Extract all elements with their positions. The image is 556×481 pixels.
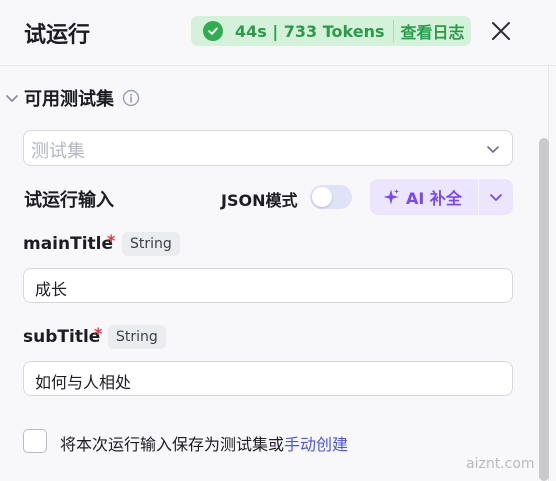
- panel-title: 试运行: [24, 23, 91, 48]
- chevron-down-icon: [487, 146, 499, 153]
- success-check-icon: [203, 21, 223, 41]
- status-divider: [392, 20, 394, 42]
- sub-title-input[interactable]: 如何与人相处: [23, 361, 513, 396]
- trial-input-label: 试运行输入: [24, 190, 114, 211]
- close-button[interactable]: [488, 18, 514, 44]
- main-title-value: 成长: [35, 280, 68, 299]
- testset-section-header[interactable]: 可用测试集: [4, 86, 140, 110]
- save-as-testset-checkbox[interactable]: [23, 429, 47, 453]
- chevron-down-icon: [490, 194, 502, 201]
- testset-section-title: 可用测试集: [24, 89, 114, 110]
- run-status-text: 44s | 733 Tokens: [235, 21, 385, 41]
- required-marker: *: [107, 231, 116, 250]
- json-mode-toggle[interactable]: [310, 185, 352, 209]
- sparkle-icon: [383, 189, 399, 205]
- info-icon[interactable]: [122, 89, 140, 107]
- view-log-link[interactable]: 查看日志: [401, 19, 465, 43]
- run-status-badge: 44s | 733 Tokens 查看日志: [191, 16, 471, 46]
- param-name-sub-title: subTitle: [23, 327, 101, 347]
- ai-complete-dropdown[interactable]: [479, 179, 513, 215]
- main-title-input[interactable]: 成长: [23, 268, 513, 303]
- toggle-knob: [312, 187, 332, 207]
- save-as-testset-text: 将本次运行输入保存为测试集或手动创建: [60, 431, 348, 455]
- json-mode-label: JSON模式: [221, 191, 298, 210]
- scrollbar-thumb[interactable]: [539, 138, 549, 481]
- type-tag: String: [122, 232, 180, 256]
- manual-create-link[interactable]: 手动创建: [284, 435, 348, 454]
- sub-title-value: 如何与人相处: [35, 373, 132, 392]
- test-run-panel: 试运行 44s | 733 Tokens 查看日志 可用测试集 测试集 试运行输…: [0, 0, 556, 481]
- ai-complete-label: AI 补全: [406, 189, 462, 208]
- close-icon: [492, 22, 510, 40]
- testset-placeholder: 测试集: [31, 141, 85, 162]
- watermark: aiznt.com: [466, 456, 535, 472]
- panel-header: 试运行 44s | 733 Tokens 查看日志: [0, 0, 556, 66]
- ai-complete-button[interactable]: AI 补全: [370, 179, 478, 215]
- required-marker: *: [94, 324, 103, 343]
- chevron-down-icon: [6, 95, 18, 102]
- save-as-testset-label: 将本次运行输入保存为测试集或: [60, 435, 285, 454]
- type-tag: String: [108, 325, 166, 349]
- testset-select[interactable]: 测试集: [23, 130, 513, 166]
- param-name-main-title: mainTitle: [23, 234, 114, 254]
